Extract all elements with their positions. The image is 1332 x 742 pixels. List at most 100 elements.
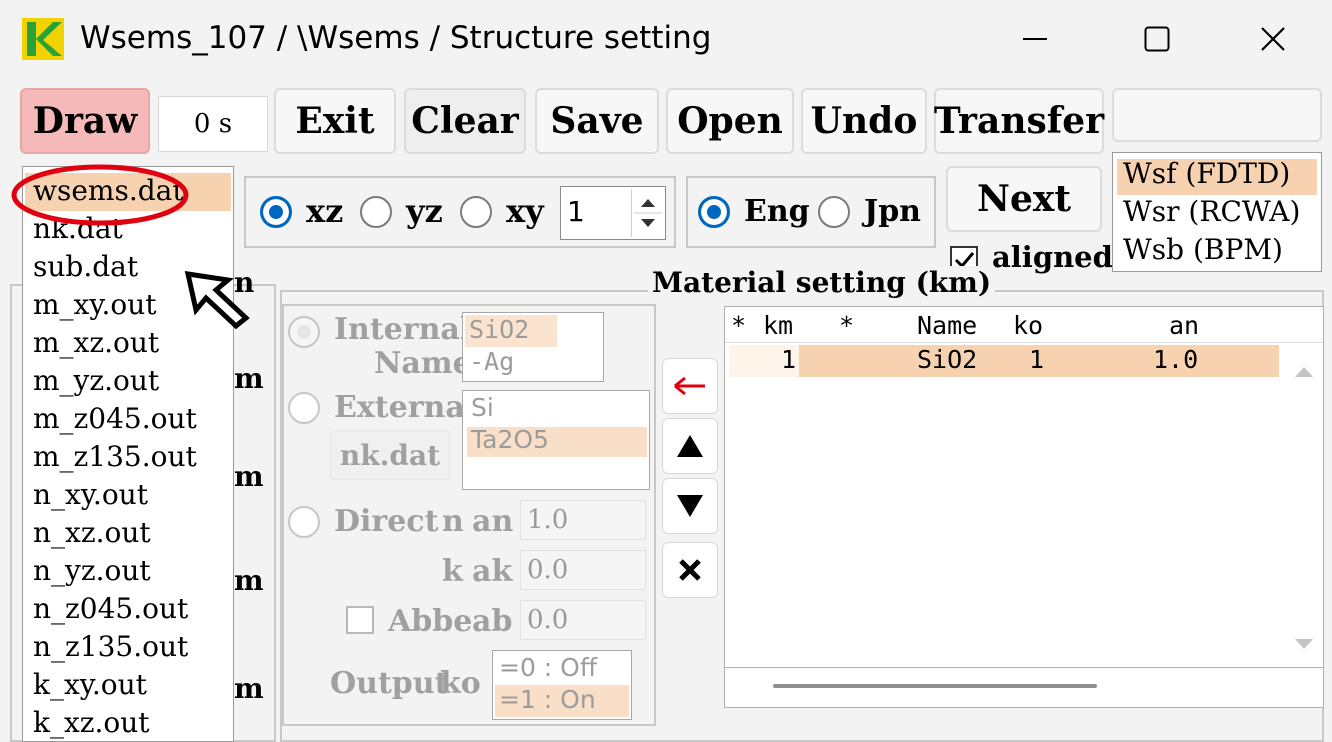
file-dropdown-list[interactable]: wsems.dat nk.dat sub.dat m_xy.out m_xz.o…	[22, 166, 234, 742]
x-icon	[679, 559, 701, 581]
external-item[interactable]: Si	[471, 393, 494, 422]
internal-material-list[interactable]: SiO2 -Ag	[462, 312, 604, 382]
label-yz: yz	[406, 192, 443, 230]
header-star-2: *	[839, 311, 855, 340]
cell-ko: 1	[1029, 345, 1045, 374]
minimize-button[interactable]	[1012, 16, 1058, 62]
file-item[interactable]: k_xz.out	[33, 705, 150, 741]
file-item[interactable]: n_z045.out	[33, 591, 188, 627]
file-item[interactable]: m_z135.out	[33, 439, 197, 475]
file-item[interactable]: n_yz.out	[33, 553, 151, 589]
ak-field[interactable]: 0.0	[520, 550, 646, 590]
file-item[interactable]: m_z045.out	[33, 401, 197, 437]
header-ko: ko	[1013, 311, 1044, 340]
radio-xy[interactable]	[460, 196, 492, 228]
external-material-list[interactable]: Si Ta2O5	[462, 390, 650, 490]
an-field[interactable]: 1.0	[520, 500, 646, 540]
window-title: Wsems_107 / \Wsems / Structure setting	[80, 20, 712, 56]
blank-button[interactable]	[1112, 88, 1322, 142]
internal-item[interactable]: -Ag	[469, 347, 514, 376]
draw-button[interactable]: Draw	[20, 88, 150, 154]
file-item[interactable]: k_xy.out	[33, 667, 147, 703]
header-star-1: *	[731, 311, 747, 340]
maximize-button[interactable]	[1134, 16, 1180, 62]
output-label: Output	[330, 666, 449, 701]
close-button[interactable]	[1250, 16, 1296, 62]
solver-item-rcwa[interactable]: Wsr (RCWA)	[1123, 195, 1300, 228]
ab-label: ab	[472, 604, 513, 639]
file-item[interactable]: n_z135.out	[33, 629, 188, 665]
horizontal-scrollbar[interactable]	[724, 668, 1324, 708]
open-button[interactable]: Open	[666, 88, 794, 154]
material-table[interactable]: * km * Name ko an 1 SiO2 1 1.0	[724, 306, 1324, 668]
direct-label: Direct	[334, 504, 439, 539]
file-item[interactable]: n_xz.out	[33, 515, 151, 551]
an-label: an	[472, 504, 514, 539]
k-label: k	[442, 554, 463, 589]
ko-label: ko	[440, 666, 481, 701]
hidden-label-m1: m	[234, 362, 264, 395]
exit-button[interactable]: Exit	[274, 88, 396, 154]
radio-xz[interactable]	[260, 196, 292, 228]
hidden-label-m4: m	[234, 672, 264, 705]
nk-dat-button[interactable]: nk.dat	[330, 430, 450, 480]
timer-display: 0 s	[158, 96, 268, 152]
radio-direct[interactable]	[288, 506, 320, 538]
aligned-label: aligned	[992, 240, 1113, 274]
cell-km: 1	[781, 345, 797, 374]
solver-item-bpm[interactable]: Wsb (BPM)	[1123, 233, 1283, 266]
minimize-icon	[1023, 38, 1047, 40]
n-label: n	[442, 504, 464, 539]
abbe-label: Abbe	[388, 604, 473, 639]
radio-jpn[interactable]	[818, 196, 850, 228]
file-item[interactable]: m_yz.out	[33, 363, 159, 399]
file-item[interactable]: n_xy.out	[33, 477, 148, 513]
undo-button[interactable]: Undo	[801, 88, 927, 154]
horizontal-scroll-thumb[interactable]	[773, 684, 1097, 688]
clear-button[interactable]: Clear	[404, 88, 526, 154]
radio-yz[interactable]	[360, 196, 392, 228]
insert-left-button[interactable]	[662, 358, 718, 414]
label-xz: xz	[306, 192, 344, 230]
external-item[interactable]: Ta2O5	[471, 425, 549, 454]
ab-field[interactable]: 0.0	[520, 600, 646, 640]
plane-index-spinner[interactable]: 1	[560, 186, 666, 240]
delete-button[interactable]	[662, 542, 718, 598]
output-item[interactable]: =1 : On	[499, 685, 596, 714]
save-button[interactable]: Save	[535, 88, 659, 154]
vertical-scrollbar[interactable]	[1287, 347, 1321, 663]
cell-name: SiO2	[917, 345, 978, 374]
material-setting-title: Material setting (km)	[648, 266, 996, 299]
file-item[interactable]: sub.dat	[33, 249, 138, 285]
header-name: Name	[917, 311, 978, 340]
triangle-down-icon	[677, 495, 703, 517]
header-an: an	[1169, 311, 1200, 340]
output-item[interactable]: =0 : Off	[499, 653, 597, 682]
radio-internal[interactable]	[288, 316, 320, 348]
spinner-arrows-icon[interactable]	[632, 189, 664, 237]
name-label: Name	[374, 346, 472, 381]
next-button[interactable]: Next	[946, 166, 1102, 232]
hidden-label-m3: m	[234, 564, 264, 597]
solver-item-fdtd[interactable]: Wsf (FDTD)	[1123, 157, 1290, 190]
transfer-button[interactable]: Transfer	[934, 88, 1104, 154]
arrow-left-icon	[674, 376, 705, 396]
abbe-checkbox[interactable]	[346, 606, 374, 634]
scroll-arrows-icon	[1295, 367, 1313, 649]
cell-an: 1.0	[1153, 345, 1199, 374]
header-km: km	[763, 311, 794, 340]
label-eng: Eng	[744, 194, 810, 229]
file-item[interactable]: m_xy.out	[33, 287, 156, 323]
ak-label: ak	[472, 554, 513, 589]
hidden-label-m2: m	[234, 460, 264, 493]
solver-list[interactable]: Wsf (FDTD) Wsr (RCWA) Wsb (BPM)	[1112, 152, 1322, 272]
label-xy: xy	[506, 192, 544, 230]
app-logo-icon	[22, 18, 64, 60]
radio-external[interactable]	[288, 392, 320, 424]
move-up-button[interactable]	[662, 418, 718, 474]
output-list[interactable]: =0 : Off =1 : On	[492, 650, 632, 720]
file-item[interactable]: m_xz.out	[33, 325, 159, 361]
radio-eng[interactable]	[698, 196, 730, 228]
internal-item[interactable]: SiO2	[469, 315, 529, 344]
move-down-button[interactable]	[662, 478, 718, 534]
